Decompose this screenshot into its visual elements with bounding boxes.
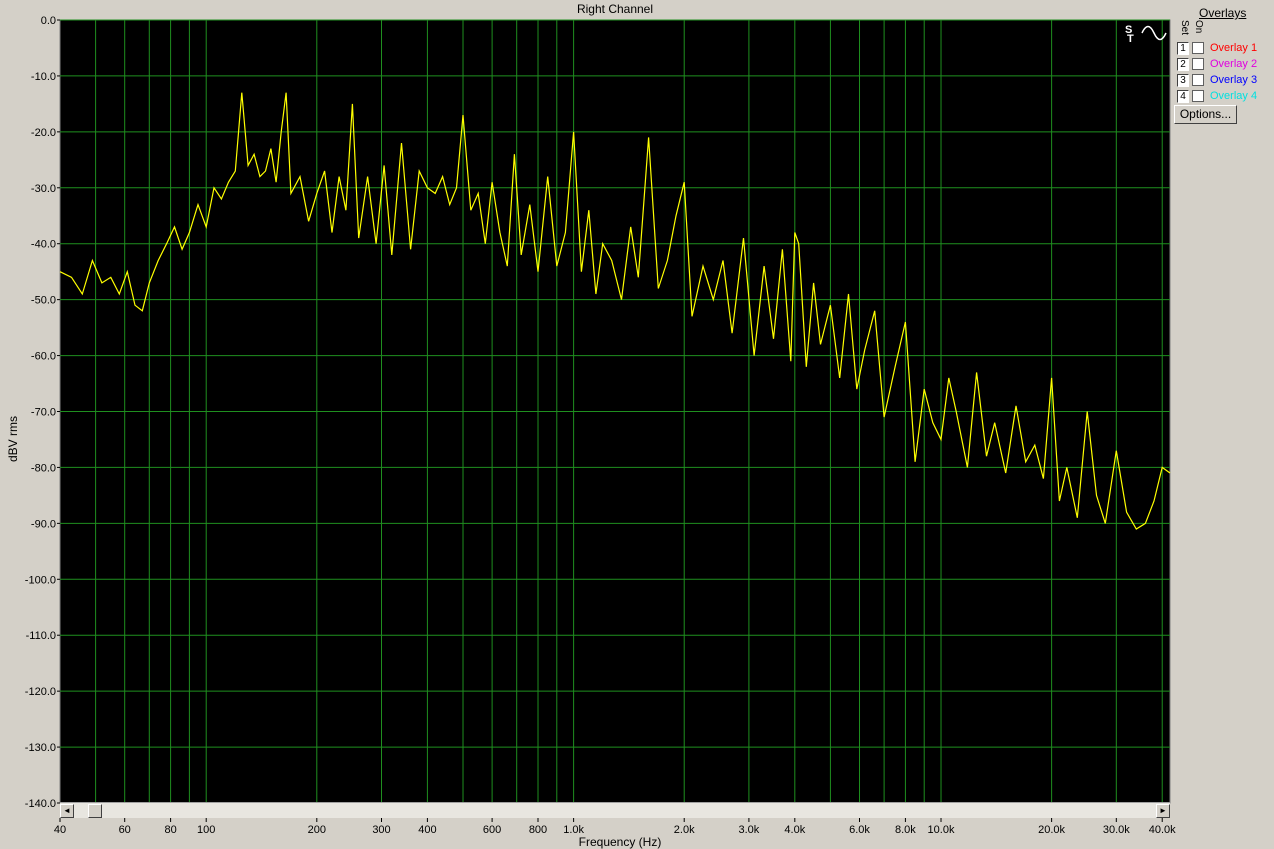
x-tick-label: 40 bbox=[54, 824, 66, 836]
on-column-label: On bbox=[1193, 20, 1204, 34]
y-tick-label: -20.0 bbox=[31, 127, 56, 139]
overlay-checkbox-3[interactable] bbox=[1192, 74, 1204, 86]
scroll-thumb[interactable] bbox=[88, 804, 102, 818]
x-tick-label: 6.0k bbox=[849, 824, 870, 836]
overlay-set-button-1[interactable]: 1 bbox=[1177, 42, 1189, 55]
x-axis-label: Frequency (Hz) bbox=[578, 835, 662, 849]
x-tick-label: 4.0k bbox=[784, 824, 805, 836]
x-tick-label: 600 bbox=[483, 824, 501, 836]
y-tick-label: -50.0 bbox=[31, 295, 56, 307]
overlay-label-3: Overlay 3 bbox=[1210, 74, 1258, 86]
y-tick-label: -110.0 bbox=[26, 630, 56, 642]
st-sine-icon[interactable]: S T bbox=[1124, 22, 1168, 44]
y-tick-label: -130.0 bbox=[25, 742, 56, 754]
x-tick-label: 80 bbox=[164, 824, 176, 836]
x-tick-label: 8.0k bbox=[895, 824, 916, 836]
y-tick-label: -90.0 bbox=[31, 518, 56, 530]
overlays-title: Overlays bbox=[1199, 6, 1247, 20]
x-tick-label: 20.0k bbox=[1038, 824, 1065, 836]
x-tick-label: 300 bbox=[372, 824, 390, 836]
overlay-set-button-4[interactable]: 4 bbox=[1177, 90, 1189, 103]
x-tick-label: 10.0k bbox=[928, 824, 955, 836]
overlay-label-4: Overlay 4 bbox=[1210, 90, 1258, 102]
overlay-set-button-2[interactable]: 2 bbox=[1177, 58, 1189, 71]
overlay-label-2: Overlay 2 bbox=[1210, 58, 1258, 70]
y-tick-label: -100.0 bbox=[25, 574, 56, 586]
y-tick-label: -30.0 bbox=[31, 183, 56, 195]
y-axis-label: dBV rms bbox=[6, 416, 20, 463]
y-tick-label: -120.0 bbox=[25, 686, 56, 698]
x-tick-label: 60 bbox=[119, 824, 131, 836]
set-column-label: Set bbox=[1179, 20, 1190, 36]
y-tick-label: -80.0 bbox=[31, 462, 56, 474]
y-tick-label: -140.0 bbox=[25, 798, 56, 810]
x-tick-label: 100 bbox=[197, 824, 215, 836]
scroll-right-button[interactable]: ► bbox=[1156, 804, 1170, 818]
y-tick-label: -60.0 bbox=[31, 351, 56, 363]
x-tick-label: 200 bbox=[308, 824, 326, 836]
y-tick-label: -10.0 bbox=[31, 71, 56, 83]
overlay-set-button-3[interactable]: 3 bbox=[1177, 74, 1189, 87]
overlay-checkbox-2[interactable] bbox=[1192, 58, 1204, 70]
horizontal-scrollbar[interactable]: ◄ ► bbox=[60, 802, 1170, 818]
svg-text:T: T bbox=[1127, 33, 1134, 44]
plot-area[interactable]: 0.0 -10.0 -20.0 -30.0 -40.0 -50.0 -60.0 -70.0 -8… bbox=[0, 0, 1274, 849]
overlay-checkbox-1[interactable] bbox=[1192, 42, 1204, 54]
options-button[interactable]: Options... bbox=[1174, 105, 1237, 124]
y-tick-label: -40.0 bbox=[31, 239, 56, 251]
y-tick-label: 0.0 bbox=[41, 15, 56, 27]
x-tick-label: 3.0k bbox=[739, 824, 760, 836]
x-tick-label: 400 bbox=[418, 824, 436, 836]
overlay-label-1: Overlay 1 bbox=[1210, 42, 1258, 54]
y-tick-label: -70.0 bbox=[31, 407, 56, 419]
x-tick-label: 30.0k bbox=[1103, 824, 1130, 836]
scroll-left-button[interactable]: ◄ bbox=[60, 804, 74, 818]
x-tick-label: 40.0k bbox=[1149, 824, 1176, 836]
overlay-checkbox-4[interactable] bbox=[1192, 90, 1204, 102]
